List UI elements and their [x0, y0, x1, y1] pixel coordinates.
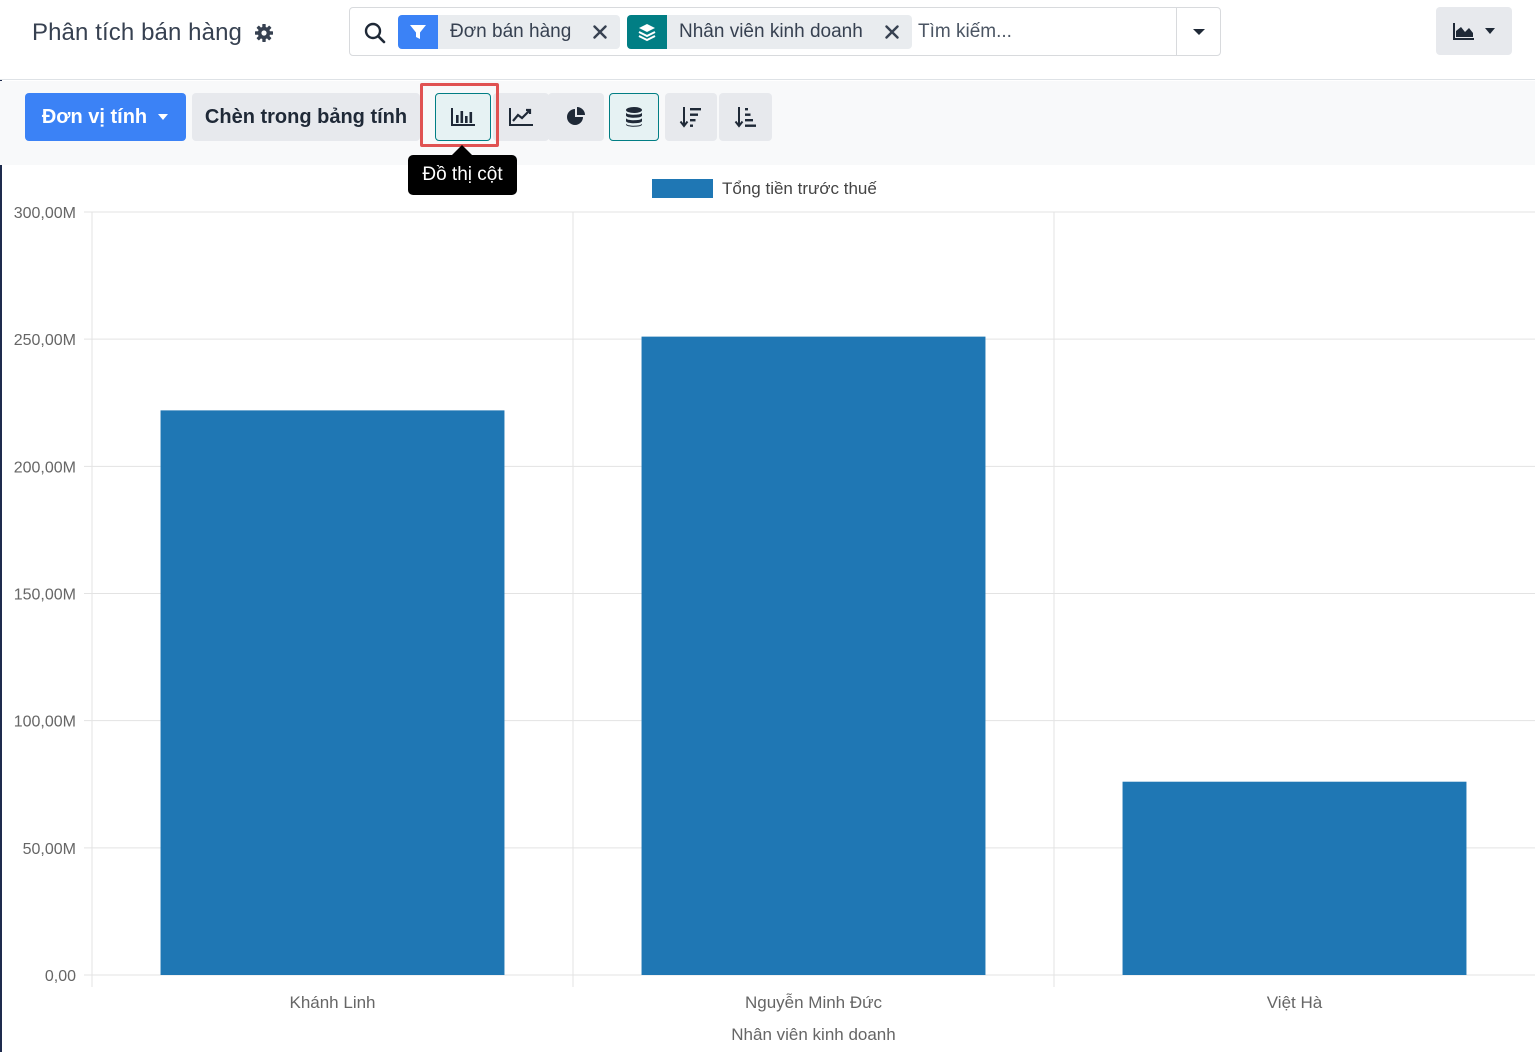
caret-down-icon [1485, 28, 1495, 34]
tooltip-arrow [452, 145, 472, 155]
pie-chart-icon [567, 107, 585, 125]
search-icon [364, 22, 386, 44]
y-tick-label: 150,00M [14, 587, 76, 604]
x-axis-label: Nhân viên kinh doanh [731, 1025, 895, 1044]
legend-swatch [652, 179, 713, 198]
chart-type-tooltip: Đồ thị cột [408, 155, 517, 195]
caret-down-icon [1192, 28, 1205, 35]
page-title: Phân tích bán hàng [32, 19, 242, 46]
breadcrumb: Phân tích bán hàng [32, 14, 274, 52]
search-facet-groupby: Nhân viên kinh doanh [627, 15, 912, 49]
close-icon[interactable] [875, 15, 909, 49]
legend-label: Tổng tiền trước thuế [722, 179, 877, 198]
insert-label: Chèn trong bảng tính [204, 105, 408, 128]
line-chart-icon [509, 108, 533, 126]
measures-dropdown-button[interactable]: Đơn vị tính [25, 93, 186, 141]
y-tick-label: 0,00 [45, 968, 76, 985]
chart-area: 0,00 50,00M 100,00M 150,00M 200,00M 250,00M 30… [0, 165, 1535, 1052]
bar [641, 336, 986, 975]
sort-descending-icon [679, 107, 701, 128]
control-panel: Phân tích bán hàng Đơn bán hàng Nhân viê… [0, 0, 1535, 80]
bar [1122, 781, 1467, 975]
bar-chart-icon [451, 108, 475, 126]
y-tick-label: 200,00M [14, 459, 76, 476]
y-tick-label: 250,00M [14, 332, 76, 349]
facet-label: Đơn bán hàng [450, 21, 572, 42]
caret-down-icon [158, 114, 169, 120]
close-icon[interactable] [583, 15, 617, 49]
x-tick-label: Nguyễn Minh Đức [745, 993, 883, 1012]
search-input[interactable] [918, 16, 1173, 48]
graph-toolbar: Đơn vị tính Chèn trong bảng tính [0, 81, 1535, 165]
measures-label: Đơn vị tính [41, 105, 148, 128]
y-tick-label: 300,00M [14, 205, 76, 222]
bar-chart-button[interactable] [435, 93, 491, 141]
bar [160, 410, 505, 975]
sort-descending-button[interactable] [665, 93, 717, 141]
x-tick-label: Khánh Linh [289, 993, 375, 1012]
bar-chart: 0,00 50,00M 100,00M 150,00M 200,00M 250,00M 30… [14, 179, 1535, 1044]
layers-icon [627, 15, 667, 49]
y-tick-label: 100,00M [14, 714, 76, 731]
search-bar[interactable]: Đơn bán hàng Nhân viên kinh doanh [349, 7, 1221, 56]
sort-ascending-icon [734, 107, 756, 128]
y-tick-label: 50,00M [23, 841, 76, 858]
insert-in-spreadsheet-button[interactable]: Chèn trong bảng tính [192, 93, 420, 141]
search-options-toggle[interactable] [1176, 8, 1220, 55]
database-icon [626, 107, 642, 127]
view-switcher-button[interactable] [1436, 7, 1512, 55]
line-chart-button[interactable] [493, 93, 549, 141]
area-chart-icon [1453, 23, 1474, 40]
x-tick-label: Việt Hà [1267, 993, 1323, 1012]
gear-icon[interactable] [254, 23, 274, 43]
pie-chart-button[interactable] [548, 93, 604, 141]
filter-icon [398, 15, 438, 49]
facet-label: Nhân viên kinh doanh [679, 21, 863, 42]
stacked-toggle-button[interactable] [609, 93, 659, 141]
search-facet-filter: Đơn bán hàng [398, 15, 620, 49]
sort-ascending-button[interactable] [719, 93, 772, 141]
